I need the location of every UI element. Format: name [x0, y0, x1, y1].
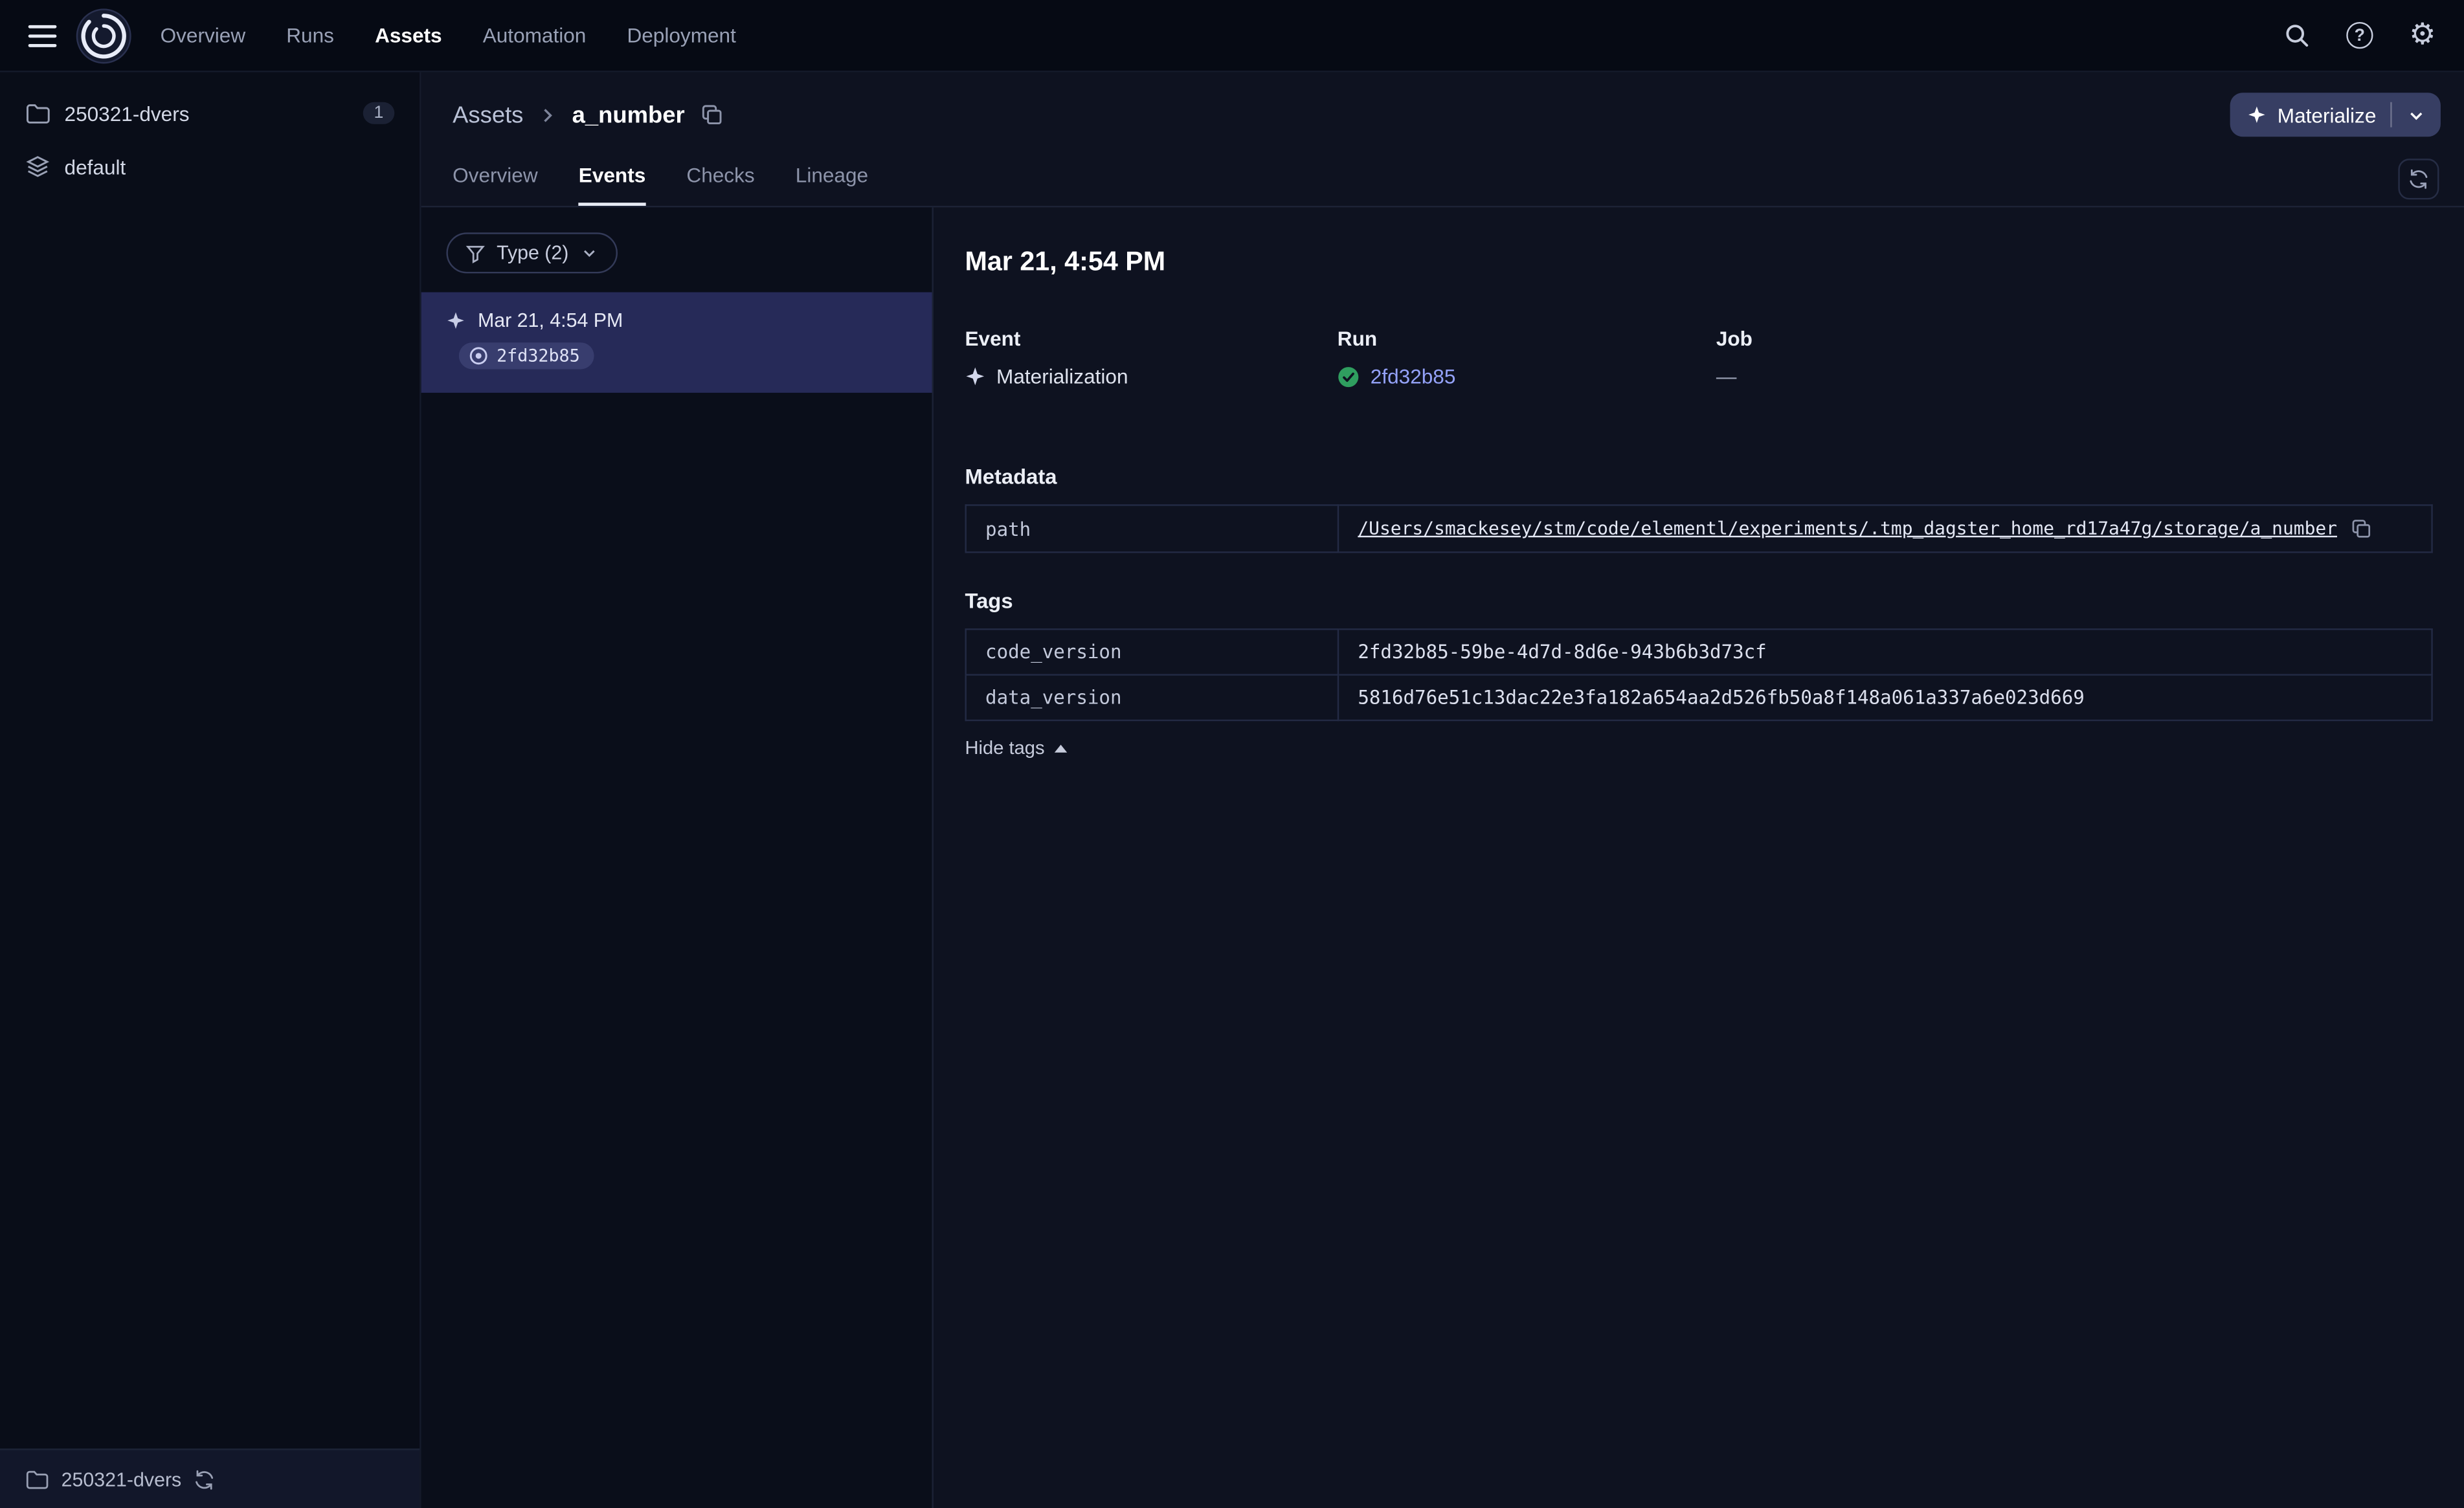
breadcrumb-assets-link[interactable]: Assets [453, 102, 523, 128]
events-content: Type (2) Mar 21, 4:54 PM 2fd32b85 Mar 21… [421, 207, 2464, 1508]
page-header: Assets a_number Materialize [421, 72, 2464, 154]
sidebar-group-label: 250321-dvers [64, 101, 190, 125]
materialization-icon [966, 367, 985, 386]
settings-button[interactable]: ⚙ [2406, 17, 2439, 54]
caret-up-icon [1054, 744, 1067, 752]
tag-key: code_version [965, 628, 1339, 676]
app-root: Overview Runs Assets Automation Deployme… [0, 0, 2464, 1508]
job-value: — [1716, 364, 1737, 388]
run-success-icon [1338, 366, 1359, 386]
sidebar-item-default[interactable]: default [0, 140, 420, 194]
help-button[interactable]: ? [2343, 19, 2376, 52]
table-row: code_version 2fd32b85-59be-4d7d-8d6e-943… [965, 628, 2433, 676]
top-navigation: Overview Runs Assets Automation Deployme… [161, 23, 736, 47]
refresh-icon [2410, 169, 2428, 189]
nav-deployment[interactable]: Deployment [627, 23, 735, 47]
table-row: data_version 5816d76e51c13dac22e3fa182a6… [965, 674, 2433, 722]
tag-key: data_version [965, 674, 1339, 722]
copy-icon [702, 105, 721, 125]
event-summary: Event Materialization Run 2fd32b85 Job — [965, 327, 2432, 388]
filter-icon [465, 245, 485, 263]
count-badge: 1 [363, 102, 395, 124]
summary-job-column: Job — [1716, 327, 2433, 388]
asset-tabs: Overview Events Checks Lineage [453, 154, 868, 206]
sidebar-footer[interactable]: 250321-dvers [0, 1448, 420, 1508]
page-title: a_number [572, 101, 685, 128]
tags-heading: Tags [965, 589, 1013, 613]
summary-event-column: Event Materialization [965, 327, 1337, 388]
reload-icon[interactable] [194, 1468, 216, 1490]
event-column-label: Event [965, 326, 1021, 351]
folder-icon [27, 104, 50, 124]
sidebar-footer-label: 250321-dvers [61, 1468, 182, 1491]
hide-tags-button[interactable]: Hide tags [965, 737, 1067, 759]
sparkle-icon [2248, 106, 2265, 123]
event-item-header: Mar 21, 4:54 PM [446, 309, 906, 331]
run-column-label: Run [1337, 326, 1378, 351]
materialization-icon [447, 312, 464, 329]
asset-sidebar: 250321-dvers 1 default 250321-dvers [0, 72, 421, 1508]
tags-table: code_version 2fd32b85-59be-4d7d-8d6e-943… [965, 628, 2433, 722]
job-column-label: Job [1716, 326, 1753, 351]
dagster-logo-icon [76, 8, 131, 63]
metadata-table: path /Users/smackesey/stm/code/elementl/… [965, 504, 2433, 553]
nav-assets[interactable]: Assets [375, 23, 442, 47]
hamburger-menu-button[interactable] [22, 18, 63, 52]
summary-run-column: Run 2fd32b85 [1338, 327, 1716, 388]
hamburger-icon [28, 24, 57, 28]
button-divider [2390, 102, 2392, 128]
metadata-path-link[interactable]: /Users/smackesey/stm/code/elementl/exper… [1358, 517, 2337, 539]
sidebar-item-label: default [64, 155, 126, 179]
refresh-button[interactable] [2398, 159, 2439, 200]
topbar: Overview Runs Assets Automation Deployme… [0, 0, 2464, 72]
filter-row: Type (2) [421, 207, 932, 292]
tag-value: 5816d76e51c13dac22e3fa182a654aa2d526fb50… [1337, 674, 2433, 722]
table-row: path /Users/smackesey/stm/code/elementl/… [965, 504, 2433, 553]
gear-icon: ⚙ [2409, 19, 2436, 52]
type-filter-button[interactable]: Type (2) [446, 232, 618, 274]
chevron-right-icon [537, 104, 558, 125]
materialize-button[interactable]: Materialize [2230, 93, 2441, 137]
metadata-key: path [965, 504, 1339, 553]
chevron-down-icon[interactable] [2406, 104, 2427, 125]
event-list-panel: Type (2) Mar 21, 4:54 PM 2fd32b85 [421, 207, 934, 1508]
main-panel: Assets a_number Materialize Overview Eve… [421, 72, 2464, 1508]
materialize-label: Materialize [2277, 103, 2377, 127]
run-status-icon [469, 347, 487, 365]
run-id-badge[interactable]: 2fd32b85 [458, 342, 594, 370]
nav-automation[interactable]: Automation [483, 23, 587, 47]
event-timestamp: Mar 21, 4:54 PM [477, 309, 623, 332]
tag-value: 2fd32b85-59be-4d7d-8d6e-943b6b3d73cf [1337, 628, 2433, 676]
run-id-link[interactable]: 2fd32b85 [1371, 364, 1456, 388]
run-id-text: 2fd32b85 [497, 346, 580, 366]
tabs-row: Overview Events Checks Lineage [421, 154, 2464, 208]
event-detail-title: Mar 21, 4:54 PM [965, 247, 1166, 277]
asset-group-icon [26, 156, 50, 177]
metadata-heading: Metadata [965, 465, 1057, 489]
folder-icon [26, 1470, 49, 1489]
nav-overview[interactable]: Overview [161, 23, 246, 47]
copy-icon [2352, 520, 2371, 538]
help-icon: ? [2346, 21, 2373, 49]
event-detail-panel: Mar 21, 4:54 PM Event Materialization Ru… [934, 207, 2464, 1508]
nav-runs[interactable]: Runs [286, 23, 334, 47]
tab-overview[interactable]: Overview [453, 154, 538, 206]
tab-lineage[interactable]: Lineage [796, 154, 868, 206]
topbar-actions: ? ⚙ [2280, 17, 2439, 54]
dagster-logo[interactable] [76, 7, 132, 63]
tab-events[interactable]: Events [578, 154, 646, 206]
event-type-value: Materialization [996, 364, 1128, 388]
sidebar-item-250321-dvers[interactable]: 250321-dvers 1 [0, 87, 420, 140]
search-button[interactable] [2280, 19, 2313, 52]
tab-checks[interactable]: Checks [686, 154, 754, 206]
filter-label: Type (2) [497, 241, 569, 264]
copy-asset-name-button[interactable] [699, 102, 724, 128]
hide-tags-label: Hide tags [965, 737, 1045, 759]
search-icon [2286, 25, 2309, 47]
breadcrumb: Assets a_number [453, 102, 724, 128]
chevron-down-icon [583, 250, 595, 258]
copy-path-button[interactable] [2349, 517, 2373, 540]
app-body: 250321-dvers 1 default 250321-dvers Asse… [0, 72, 2464, 1508]
event-list-item[interactable]: Mar 21, 4:54 PM 2fd32b85 [421, 292, 932, 393]
